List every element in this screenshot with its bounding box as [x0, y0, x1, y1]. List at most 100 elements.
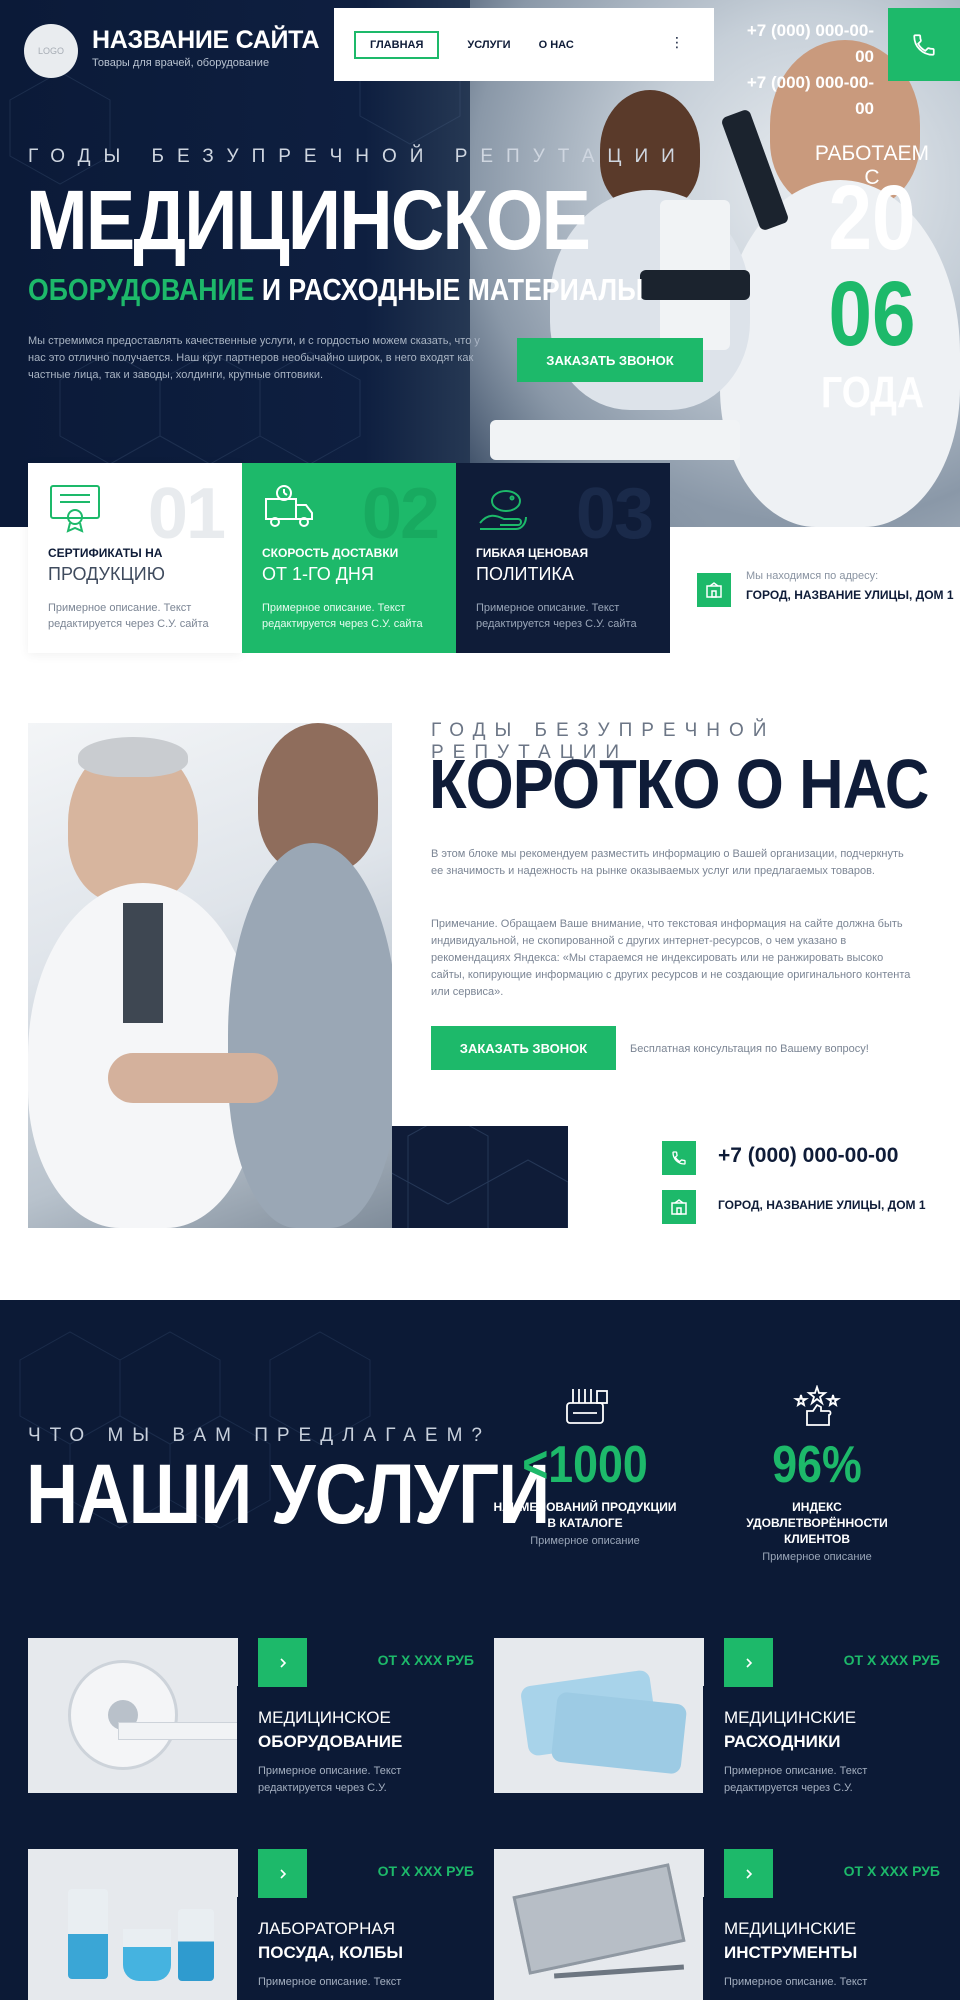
service-card-instruments[interactable]: ОТ Х ХХХ РУБ МЕДИЦИНСКИЕ ИНСТРУМЕНТЫ При… — [494, 1849, 940, 2000]
chevron-right-icon — [745, 1657, 752, 1668]
feature-title: СКОРОСТЬ ДОСТАВКИ — [262, 546, 399, 560]
call-button[interactable] — [888, 8, 960, 81]
card-arrow-button[interactable] — [724, 1849, 773, 1898]
stat-satisfaction: 96% ИНДЕКС УДОВЛЕТВОРЁННОСТИ КЛИЕНТОВ Пр… — [722, 1385, 912, 1563]
feature-description: Примерное описание. Текст редактируется … — [262, 602, 423, 630]
order-call-button[interactable]: ЗАКАЗАТЬ ЗВОНОК — [517, 338, 703, 382]
delivery-truck-icon — [265, 485, 313, 527]
card-title-line2: ИНСТРУМЕНТЫ — [724, 1943, 858, 1962]
mask-2 — [550, 1691, 688, 1775]
main-nav: ГЛАВНАЯ УСЛУГИ О НАС ⋮ — [334, 8, 714, 81]
hero-description: Мы стремимся предоставлять качественные … — [28, 335, 480, 381]
about-note: Примечание. Обращаем Ваше внимание, что … — [431, 918, 911, 998]
card-arrow-button[interactable] — [724, 1638, 773, 1687]
nav-item-services[interactable]: УСЛУГИ — [467, 33, 510, 57]
catalog-icon — [566, 1389, 608, 1424]
address-value: ГОРОД, НАЗВАНИЕ УЛИЦЫ, ДОМ 1 — [746, 588, 954, 602]
handshake — [108, 1053, 278, 1103]
feature-number: 03 — [575, 474, 654, 554]
certificate-icon — [50, 485, 100, 533]
stat-label: НАИМЕНОВАНИЙ ПРОДУКЦИИ В КАТАЛОГЕ — [493, 1500, 677, 1530]
years-suffix: ГОДА — [821, 368, 924, 417]
about-address-icon-box — [662, 1190, 696, 1224]
nav-item-about[interactable]: О НАС — [539, 33, 574, 57]
hero-subtitle-accent: ОБОРУДОВАНИЕ — [28, 272, 255, 307]
nav-item-home[interactable]: ГЛАВНАЯ — [354, 30, 440, 59]
flask-2 — [123, 1929, 171, 1981]
card-price: ОТ Х ХХХ РУБ — [843, 1652, 940, 1668]
card-arrow-button[interactable] — [258, 1849, 307, 1898]
doctor-hair — [78, 737, 188, 777]
card-price: ОТ Х ХХХ РУБ — [843, 1863, 940, 1879]
instrument-tray — [512, 1863, 686, 1975]
card-title-line1: МЕДИЦИНСКИЕ — [724, 1919, 857, 1938]
feature-card-certificates: 01 СЕРТИФИКАТЫ НА ПРОДУКЦИЮ Примерное оп… — [28, 463, 242, 653]
services-title: НАШИ УСЛУГИ — [26, 1447, 550, 1541]
card-title-line2: ОБОРУДОВАНИЕ — [258, 1732, 403, 1751]
feature-title: ГИБКАЯ ЦЕНОВАЯ — [476, 546, 589, 560]
feature-number: 02 — [361, 474, 440, 554]
surgical-tray-image — [494, 1849, 704, 2000]
feature-title: СЕРТИФИКАТЫ НА — [48, 546, 163, 560]
card-description: Примерное описание. Текст — [258, 1976, 402, 1988]
microscope-stage — [640, 270, 750, 300]
address-label: Мы находимся по адресу: — [746, 570, 879, 582]
feature-description: Примерное описание. Текст редактируется … — [48, 602, 209, 630]
about-order-call-button[interactable]: ЗАКАЗАТЬ ЗВОНОК — [431, 1026, 616, 1070]
card-title-line2: РАСХОДНИКИ — [724, 1732, 841, 1751]
about-phone-icon-box — [662, 1141, 696, 1175]
feature-description: Примерное описание. Текст редактируется … — [476, 602, 637, 630]
service-card-equipment[interactable]: ОТ Х ХХХ РУБ МЕДИЦИНСКОЕ ОБОРУДОВАНИЕ Пр… — [28, 1638, 474, 1794]
lab-desk — [490, 420, 740, 460]
about-address: ГОРОД, НАЗВАНИЕ УЛИЦЫ, ДОМ 1 — [718, 1198, 926, 1212]
hero-subtitle: ОБОРУДОВАНИЕ И РАСХОДНЫЕ МАТЕРИАЛЫ — [28, 272, 643, 308]
stat-value: <1000 — [522, 1436, 648, 1494]
site-name[interactable]: НАЗВАНИЕ САЙТА — [92, 26, 320, 55]
piggy-bank-icon — [479, 490, 527, 530]
stat-value: 96% — [772, 1436, 862, 1494]
card-title-line1: МЕДИЦИНСКОЕ — [258, 1708, 391, 1727]
card-arrow-button[interactable] — [258, 1638, 307, 1687]
face-masks-image — [494, 1638, 704, 1793]
chevron-right-icon — [279, 1657, 286, 1668]
services-kicker: ЧТО МЫ ВАМ ПРЕДЛАГАЕМ? — [28, 1425, 491, 1446]
site-logo[interactable]: LOGO — [24, 24, 78, 78]
scalpel — [553, 1964, 685, 1979]
card-description: Примерное описание. Текст редактируется … — [724, 1765, 868, 1794]
card-title-line2: ПОСУДА, КОЛБЫ — [258, 1943, 404, 1962]
year-digits-first: 20 — [828, 167, 916, 269]
feature-subtitle: ОТ 1-ГО ДНЯ — [262, 564, 374, 584]
client-shirt — [228, 843, 392, 1228]
about-phone[interactable]: +7 (000) 000-00-00 — [718, 1144, 898, 1168]
header-phone-2[interactable]: +7 (000) 000-00-00 — [728, 70, 874, 122]
stat-description: Примерное описание — [762, 1551, 872, 1563]
flask-1 — [68, 1889, 108, 1979]
flask-3 — [178, 1909, 214, 1981]
service-card-consumables[interactable]: ОТ Х ХХХ РУБ МЕДИЦИНСКИЕ РАСХОДНИКИ Прим… — [494, 1638, 940, 1794]
card-description: Примерное описание. Текст — [724, 1976, 868, 1988]
stat-description: Примерное описание — [530, 1535, 640, 1547]
lab-flasks-image — [28, 1849, 238, 2000]
scanner-table — [118, 1722, 238, 1740]
feature-subtitle: ПОЛИТИКА — [476, 564, 574, 584]
building-icon — [706, 582, 722, 598]
hero-title: МЕДИЦИНСКОЕ — [26, 173, 591, 267]
card-price: ОТ Х ХХХ РУБ — [377, 1652, 474, 1668]
more-menu-icon[interactable]: ⋮ — [670, 34, 684, 51]
rating-stars-icon — [793, 1385, 841, 1426]
address-icon-box — [697, 573, 731, 607]
about-title: КОРОТКО О НАС — [429, 745, 929, 823]
stat-catalog: <1000 НАИМЕНОВАНИЙ ПРОДУКЦИИ В КАТАЛОГЕ … — [490, 1385, 680, 1547]
doctor-tie — [123, 903, 163, 1023]
feature-card-delivery: 02 СКОРОСТЬ ДОСТАВКИ ОТ 1-ГО ДНЯ Примерн… — [242, 463, 456, 653]
about-paragraph: В этом блоке мы рекомендуем разместить и… — [431, 848, 904, 877]
service-card-labware[interactable]: ОТ Х ХХХ РУБ ЛАБОРАТОРНАЯ ПОСУДА, КОЛБЫ … — [28, 1849, 474, 2000]
header-phone-1[interactable]: +7 (000) 000-00-00 — [728, 18, 874, 70]
card-title-line1: МЕДИЦИНСКИЕ — [724, 1708, 857, 1727]
chevron-right-icon — [745, 1868, 752, 1879]
feature-card-pricing: 03 ГИБКАЯ ЦЕНОВАЯ ПОЛИТИКА Примерное опи… — [456, 463, 670, 653]
card-title-line1: ЛАБОРАТОРНАЯ — [258, 1919, 395, 1938]
header-phones: +7 (000) 000-00-00 +7 (000) 000-00-00 — [728, 18, 874, 122]
site-tagline: Товары для врачей, оборудование — [92, 57, 270, 69]
card-price: ОТ Х ХХХ РУБ — [377, 1863, 474, 1879]
